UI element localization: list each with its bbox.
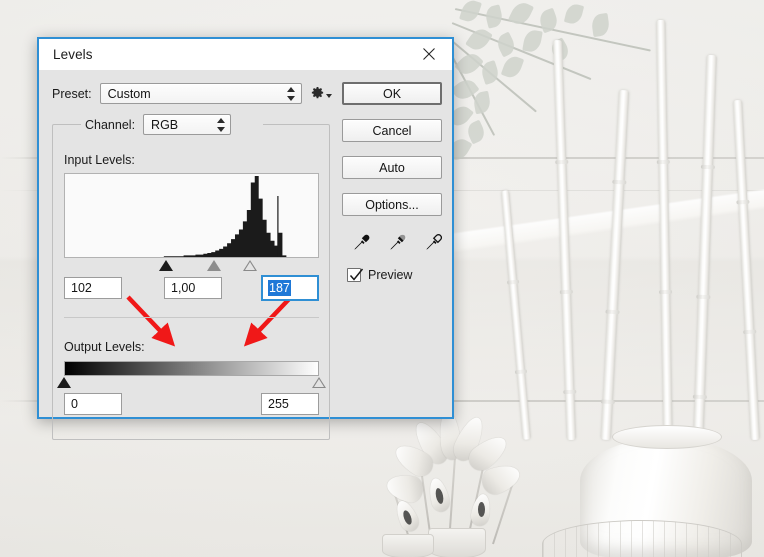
cancel-button[interactable]: Cancel <box>342 119 442 142</box>
dialog-title: Levels <box>53 46 93 62</box>
auto-button[interactable]: Auto <box>342 156 442 179</box>
chevron-updown-icon <box>216 117 225 132</box>
set-gray-point-eyedropper[interactable] <box>387 230 409 252</box>
black-input-value: 102 <box>71 281 92 295</box>
input-levels-sliders <box>64 259 319 272</box>
channel-label: Channel: <box>85 117 136 132</box>
preview-checkbox[interactable] <box>347 268 364 282</box>
preview-checkbox-row[interactable]: Preview <box>347 268 444 282</box>
preset-value: Custom <box>107 86 151 101</box>
output-levels-label: Output Levels: <box>64 340 145 354</box>
section-divider <box>64 317 319 318</box>
dialog-body: Preset: Custom OK Cancel Auto Options...… <box>39 70 452 440</box>
output-black-field[interactable]: 0 <box>64 393 122 415</box>
levels-dialog: Levels Preset: Custom OK Cancel Auto Opt… <box>37 37 454 440</box>
preview-label: Preview <box>368 268 413 282</box>
channel-group-box: Channel: RGB Input Levels: 102 1,00 187 … <box>52 114 330 440</box>
gamma-input-value: 1,00 <box>171 281 196 295</box>
channel-dropdown[interactable]: RGB <box>143 114 232 135</box>
set-black-point-eyedropper[interactable] <box>351 230 373 252</box>
output-black-slider[interactable] <box>57 377 71 388</box>
output-levels-sliders <box>57 376 326 389</box>
output-black-value: 0 <box>71 397 78 411</box>
gear-icon[interactable] <box>310 86 332 102</box>
output-white-value: 255 <box>268 397 289 411</box>
gamma-input-field[interactable]: 1,00 <box>164 277 222 299</box>
set-white-point-eyedropper[interactable] <box>423 230 445 252</box>
vase-rim <box>612 425 722 449</box>
preset-row: Preset: Custom <box>52 83 332 104</box>
black-point-slider[interactable] <box>159 260 173 271</box>
ok-button[interactable]: OK <box>342 82 442 105</box>
input-levels-histogram[interactable] <box>64 173 319 258</box>
options-button[interactable]: Options... <box>342 193 442 216</box>
white-input-field[interactable]: 187 <box>261 275 319 301</box>
output-levels-gradient[interactable] <box>64 361 319 376</box>
channel-value: RGB <box>151 117 179 132</box>
channel-row: Channel: RGB <box>81 114 236 135</box>
dialog-titlebar: Levels <box>39 39 452 70</box>
eyedropper-tools <box>351 230 444 252</box>
white-input-value: 187 <box>268 280 291 296</box>
chevron-updown-icon <box>287 86 296 101</box>
screen: Levels Preset: Custom OK Cancel Auto Opt… <box>0 0 764 557</box>
input-levels-label: Input Levels: <box>64 153 135 167</box>
preset-dropdown[interactable]: Custom <box>99 83 302 104</box>
close-icon[interactable] <box>410 39 448 69</box>
gamma-slider[interactable] <box>207 260 222 271</box>
chevron-down-icon <box>325 93 332 98</box>
preset-label: Preset: <box>52 86 92 101</box>
output-white-field[interactable]: 255 <box>261 393 319 415</box>
black-input-field[interactable]: 102 <box>64 277 122 299</box>
dialog-button-column: OK Cancel Auto Options... Preview <box>342 82 444 282</box>
